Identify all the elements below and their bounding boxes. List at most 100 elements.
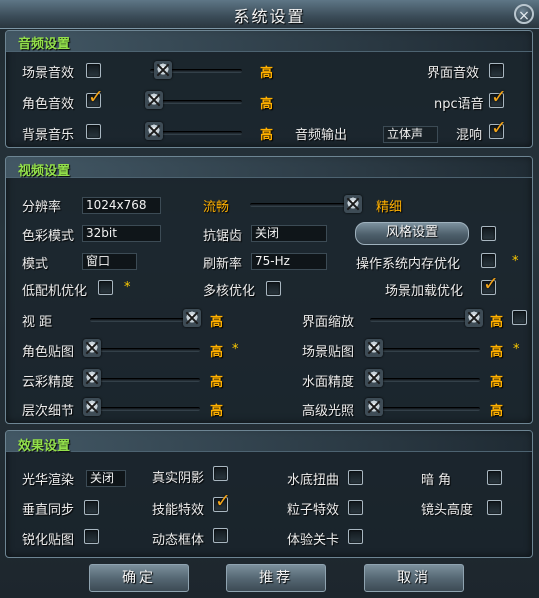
npc-voice-label: npc语音	[434, 97, 484, 112]
skill-fx-checkbox[interactable]: ✓	[213, 492, 231, 512]
antialias-label: 抗锯齿	[203, 229, 243, 244]
audio-output-label: 音频输出	[295, 128, 348, 143]
water-slider[interactable]	[370, 378, 480, 382]
ui-scale-label: 界面缩放	[302, 315, 355, 330]
hdr-slider-knob[interactable]	[365, 398, 383, 416]
skill-fx-label: 技能特效	[152, 503, 205, 518]
scene-sfx-level: 高	[260, 66, 274, 81]
style-settings-button[interactable]: 风格设置	[355, 222, 469, 245]
quality-slider-knob[interactable]	[344, 195, 362, 213]
ui-scale-slider-knob[interactable]	[465, 309, 483, 327]
scene-sfx-checkbox[interactable]	[86, 63, 101, 78]
sharpen-checkbox[interactable]	[84, 529, 99, 544]
sharpen-label: 锐化贴图	[22, 533, 75, 548]
vsync-checkbox[interactable]	[84, 500, 99, 515]
view-distance-level: 高	[210, 315, 224, 330]
bgm-slider-knob[interactable]	[145, 122, 163, 140]
char-tex-slider-knob[interactable]	[83, 339, 101, 357]
water-label: 水面精度	[302, 375, 355, 390]
quality-low-label: 流畅	[203, 200, 230, 215]
checkmark-icon: ✓	[215, 490, 231, 512]
bloom-label: 光华渲染	[22, 473, 75, 488]
particle-checkbox[interactable]	[348, 500, 363, 515]
shadow-label: 真实阴影	[152, 471, 205, 486]
lod-label: 层次细节	[22, 404, 75, 419]
hdr-slider[interactable]	[370, 407, 480, 411]
mem-opt-checkbox[interactable]	[481, 253, 496, 268]
bgm-checkbox[interactable]	[86, 124, 101, 139]
resolution-select[interactable]: 1024x768	[82, 197, 161, 214]
underwater-label: 水底扭曲	[287, 473, 340, 488]
water-slider-knob[interactable]	[365, 369, 383, 387]
audio-section-title: 音频设置	[18, 37, 71, 52]
view-distance-slider-knob[interactable]	[183, 309, 201, 327]
ui-sfx-label: 界面音效	[427, 66, 480, 81]
scene-load-label: 场景加载优化	[385, 284, 464, 299]
view-distance-label: 视 距	[22, 315, 53, 330]
cam-height-checkbox[interactable]	[487, 500, 502, 515]
checkmark-icon: ✓	[491, 86, 507, 108]
style-settings-checkbox[interactable]	[481, 226, 496, 241]
hdr-level: 高	[490, 404, 504, 419]
trial-checkbox[interactable]	[348, 529, 363, 544]
effects-panel-header	[6, 431, 532, 452]
audio-output-select[interactable]: 立体声	[383, 126, 438, 143]
char-sfx-slider[interactable]	[150, 100, 242, 104]
underwater-checkbox[interactable]	[348, 470, 363, 485]
shadow-checkbox[interactable]	[213, 466, 228, 481]
dyn-frame-label: 动态框体	[152, 533, 205, 548]
char-tex-label: 角色贴图	[22, 345, 75, 360]
antialias-select[interactable]: 关闭	[251, 225, 327, 242]
scene-load-checkbox[interactable]: ✓	[481, 275, 499, 295]
quality-high-label: 精细	[376, 200, 403, 215]
checkmark-icon: ✓	[483, 273, 499, 295]
char-sfx-checkbox[interactable]: ✓	[86, 88, 104, 108]
dark-corner-checkbox[interactable]	[487, 470, 502, 485]
ui-scale-checkbox[interactable]	[512, 310, 527, 325]
ui-scale-slider[interactable]	[370, 318, 480, 322]
multicore-label: 多核优化	[203, 284, 256, 299]
refresh-rate-select[interactable]: 75-Hz	[251, 253, 327, 270]
char-tex-level: 高	[210, 345, 224, 360]
ui-sfx-checkbox[interactable]	[489, 63, 504, 78]
char-sfx-slider-knob[interactable]	[145, 91, 163, 109]
cloud-slider-knob[interactable]	[83, 369, 101, 387]
bgm-slider[interactable]	[150, 131, 242, 135]
video-panel-header	[6, 157, 532, 178]
lod-slider-knob[interactable]	[83, 398, 101, 416]
reverb-label: 混响	[456, 128, 483, 143]
lod-slider[interactable]	[90, 407, 200, 411]
scene-tex-slider-knob[interactable]	[365, 339, 383, 357]
reverb-checkbox[interactable]: ✓	[489, 119, 507, 139]
npc-voice-checkbox[interactable]: ✓	[489, 88, 507, 108]
window-title: 系统设置	[233, 7, 306, 26]
bloom-select[interactable]: 关闭	[86, 470, 126, 487]
bgm-label: 背景音乐	[22, 128, 75, 143]
multicore-checkbox[interactable]	[266, 281, 281, 296]
scene-tex-label: 场景贴图	[302, 345, 355, 360]
cancel-button[interactable]: 取消	[364, 564, 464, 592]
char-tex-slider[interactable]	[90, 348, 200, 352]
cloud-label: 云彩精度	[22, 375, 75, 390]
dyn-frame-checkbox[interactable]	[213, 528, 228, 543]
quality-slider[interactable]	[250, 203, 350, 207]
cloud-slider[interactable]	[90, 378, 200, 382]
cloud-level: 高	[210, 375, 224, 390]
mode-select[interactable]: 窗口	[82, 253, 137, 270]
trial-label: 体验关卡	[287, 533, 340, 548]
low-spec-checkbox[interactable]	[98, 280, 113, 295]
scene-tex-slider[interactable]	[370, 348, 480, 352]
recommend-button[interactable]: 推荐	[226, 564, 326, 592]
mode-label: 模式	[22, 257, 49, 272]
low-spec-label: 低配机优化	[22, 284, 88, 299]
scene-sfx-slider-knob[interactable]	[154, 61, 172, 79]
refresh-rate-label: 刷新率	[203, 257, 243, 272]
ui-scale-level: 高	[490, 315, 504, 330]
close-button[interactable]: ×	[514, 4, 534, 24]
cam-height-label: 镜头高度	[421, 503, 474, 518]
color-mode-select[interactable]: 32bit	[82, 225, 161, 242]
audio-panel-header	[6, 31, 532, 52]
effects-section-title: 效果设置	[18, 439, 71, 454]
ok-button[interactable]: 确定	[89, 564, 189, 592]
bgm-level: 高	[260, 128, 274, 143]
